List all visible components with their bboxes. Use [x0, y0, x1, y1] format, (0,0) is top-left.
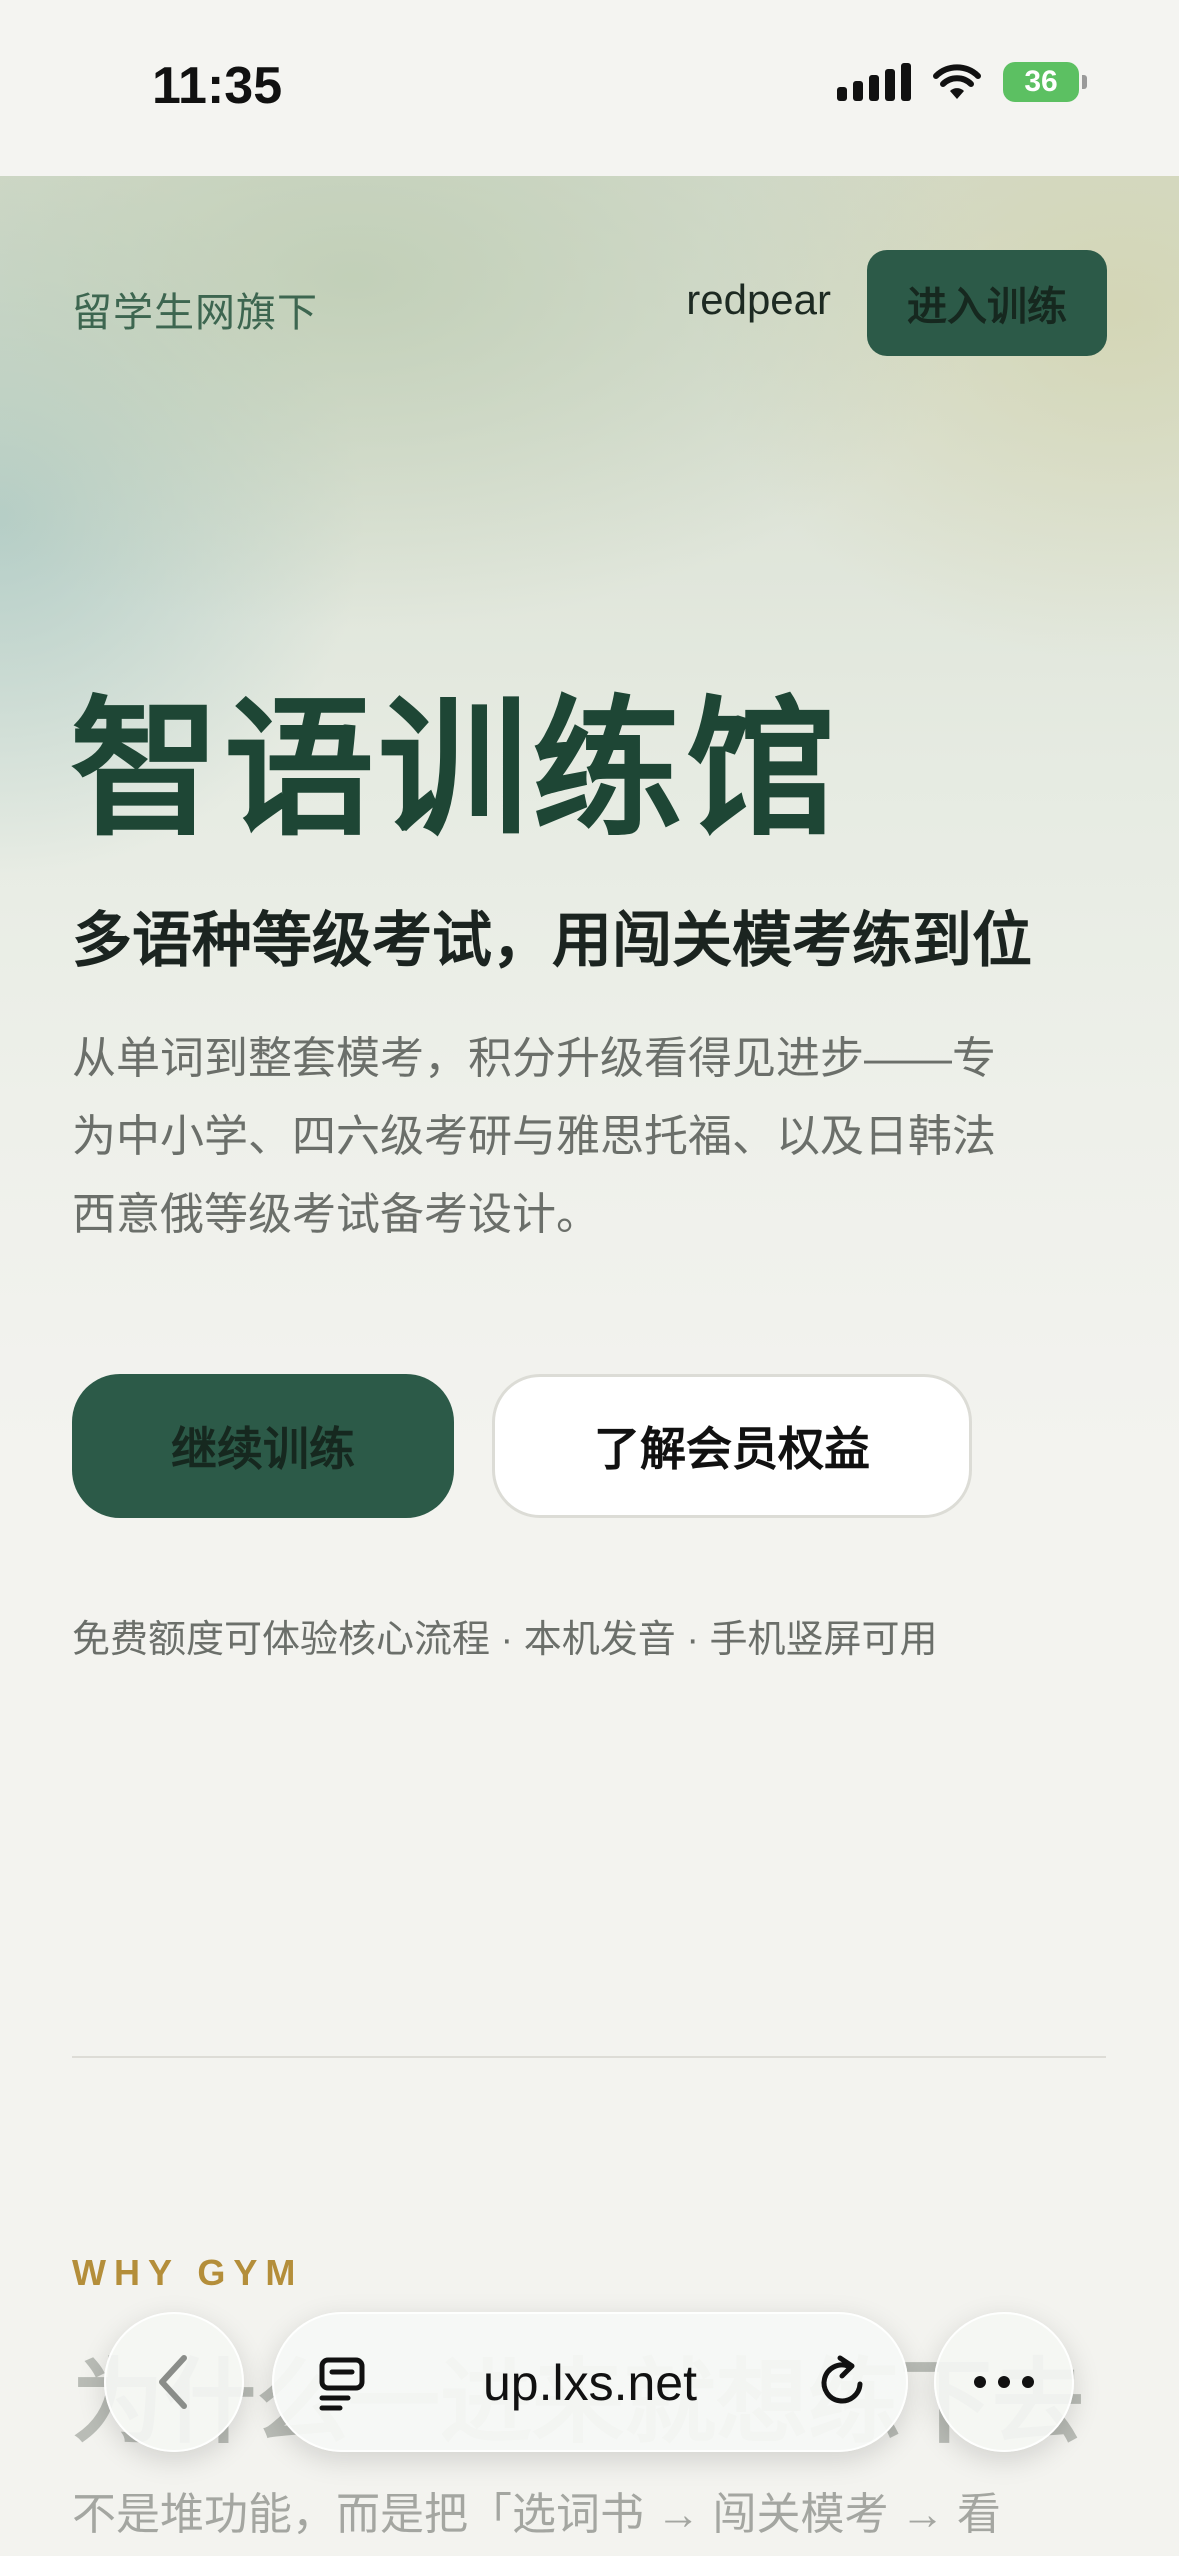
hero-description-line: 从单词到整套模考，积分升级看得见进步——专: [72, 1034, 996, 1083]
address-bar[interactable]: up.lxs.net: [272, 2312, 908, 2452]
back-button[interactable]: [104, 2312, 244, 2452]
hero-title: 智语训练馆: [70, 683, 841, 857]
enter-training-button[interactable]: 进入训练: [867, 250, 1107, 356]
brand-subtitle[interactable]: 留学生网旗下: [72, 280, 318, 338]
more-icon: [974, 2376, 1034, 2388]
url-text[interactable]: up.lxs.net: [272, 2354, 908, 2412]
hero-description-line: 为中小学、四六级考研与雅思托福、以及日韩法: [72, 1112, 996, 1161]
battery-icon: 36: [1003, 62, 1087, 102]
hero-note: 免费额度可体验核心流程 · 本机发音 · 手机竖屏可用: [72, 1619, 938, 1661]
membership-benefits-button[interactable]: 了解会员权益: [492, 1374, 972, 1518]
section-description: 不是堆功能，而是把「选词书 → 闯关模考 → 看: [72, 2490, 1001, 2539]
back-chevron-icon: [159, 2355, 187, 2409]
status-bar: 11:35 36: [0, 0, 1179, 176]
wifi-icon: [933, 64, 981, 99]
status-time: 11:35: [152, 57, 283, 115]
signal-icon: [837, 63, 911, 101]
hero-description-line: 西意俄等级考试备考设计。: [72, 1190, 600, 1239]
reload-icon[interactable]: [814, 2354, 870, 2410]
continue-training-button[interactable]: 继续训练: [72, 1374, 454, 1518]
hero-section: 留学生网旗下 redpear 进入训练 智语训练馆 多语种等级考试，用闯关模考练…: [0, 176, 1179, 1876]
section-divider: [72, 2056, 1106, 2058]
hero-description: 从单词到整套模考，积分升级看得见进步——专 为中小学、四六级考研与雅思托福、以及…: [72, 1020, 1092, 1254]
section-eyebrow: WHY GYM: [72, 2252, 304, 2293]
status-icons: 36: [837, 62, 1087, 102]
more-button[interactable]: [934, 2312, 1074, 2452]
battery-level: 36: [1024, 65, 1058, 98]
hero-subtitle: 多语种等级考试，用闯关模考练到位: [72, 907, 1032, 974]
brand-name[interactable]: redpear: [686, 276, 831, 324]
